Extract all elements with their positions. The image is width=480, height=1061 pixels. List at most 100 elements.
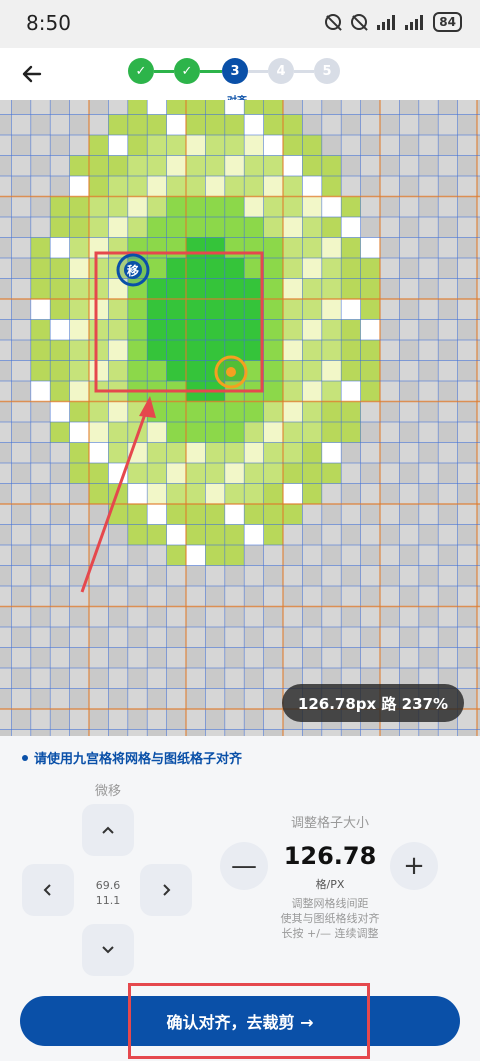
grid-cell [341,442,361,463]
grid-cell [108,401,128,422]
grid-cell [399,647,419,668]
nudge-right-button[interactable] [140,864,192,916]
grid-cell [302,545,322,566]
grid-cell [457,463,477,484]
grid-cell [283,176,303,197]
grid-cell [224,196,245,217]
grid-cell [11,647,31,668]
confirm-align-button[interactable]: 确认对齐，去裁剪 → [20,996,460,1046]
grid-cell [438,442,458,463]
grid-cell [263,606,283,627]
grid-cell [0,627,12,648]
step-connector [200,70,222,73]
grid-cell [147,237,167,258]
grid-cell [341,463,361,484]
grid-cell [147,504,167,525]
grid-cell [108,135,128,156]
grid-cell [224,100,245,115]
grid-cell [418,319,439,340]
grid-cell [438,176,458,197]
grid-cell [0,237,12,258]
grid-cell [89,565,109,586]
grid-cell [186,401,206,422]
grid-cell [166,606,186,627]
grid-cell [438,278,458,299]
grid-cell [0,340,12,361]
grid-cell [69,155,89,176]
app-header: ✓✓345 对齐 [0,48,480,107]
resize-handle[interactable] [214,355,248,389]
grid-cell [69,688,89,709]
grid-cell [438,196,458,217]
grid-cell [263,463,283,484]
grid-cell [399,258,419,279]
grid-cell [283,422,303,443]
grid-cell [0,709,12,730]
grid-cell [302,483,322,504]
grid-cell [302,565,322,586]
grid-cell [283,100,303,115]
grid-cell [166,278,186,299]
grid-cell [380,647,400,668]
control-panel: 请使用九宫格将网格与图纸格子对齐 微移 69.6 11.1 调整格子大小 — 1… [0,736,480,1061]
grid-cell [224,668,245,689]
grid-cell [380,340,400,361]
nudge-down-button[interactable] [82,924,134,976]
grid-cell [283,340,303,361]
grid-cell [30,100,51,115]
grid-cell [399,176,419,197]
grid-cell [224,709,245,730]
grid-cell [438,606,458,627]
pattern-grid[interactable]: 移 [0,100,480,736]
grid-cell [321,524,342,545]
decrease-size-button[interactable]: — [220,842,268,890]
grid-cell [224,258,245,279]
grid-cell [11,155,31,176]
grid-cell [302,237,322,258]
grid-cell [283,237,303,258]
grid-cell [380,278,400,299]
grid-cell [108,627,128,648]
grid-cell [418,258,439,279]
grid-cell [380,100,400,115]
grid-cell [69,135,89,156]
grid-cell [321,504,342,525]
grid-cell [186,442,206,463]
grid-cell [321,217,342,238]
grid-cell [50,100,70,115]
move-handle[interactable]: 移 [116,253,150,287]
increase-size-button[interactable]: + [390,842,438,890]
grid-cell [0,360,12,381]
grid-cell [89,668,109,689]
grid-cell [30,504,51,525]
nudge-left-button[interactable] [22,864,74,916]
grid-cell [283,504,303,525]
grid-cell [380,319,400,340]
grid-cell [283,627,303,648]
grid-cell [11,401,31,422]
grid-cell [30,196,51,217]
nudge-up-button[interactable] [82,804,134,856]
grid-canvas[interactable]: 移 126.78px 路 237% [0,100,480,736]
grid-cell [108,709,128,730]
grid-cell [166,709,186,730]
grid-cell [263,217,283,238]
grid-cell [263,258,283,279]
grid-cell [321,463,342,484]
grid-cell [380,463,400,484]
grid-cell [341,360,361,381]
grid-cell [69,668,89,689]
grid-cell [50,688,70,709]
grid-cell [263,647,283,668]
grid-cell [263,586,283,607]
grid-cell [89,586,109,607]
grid-cell [166,483,186,504]
back-arrow-icon[interactable] [18,60,46,88]
grid-cell [166,155,186,176]
grid-cell [147,647,167,668]
grid-cell [321,114,342,135]
grid-cell [50,278,70,299]
grid-cell [0,100,12,115]
grid-cell [438,114,458,135]
grid-cell [108,196,128,217]
